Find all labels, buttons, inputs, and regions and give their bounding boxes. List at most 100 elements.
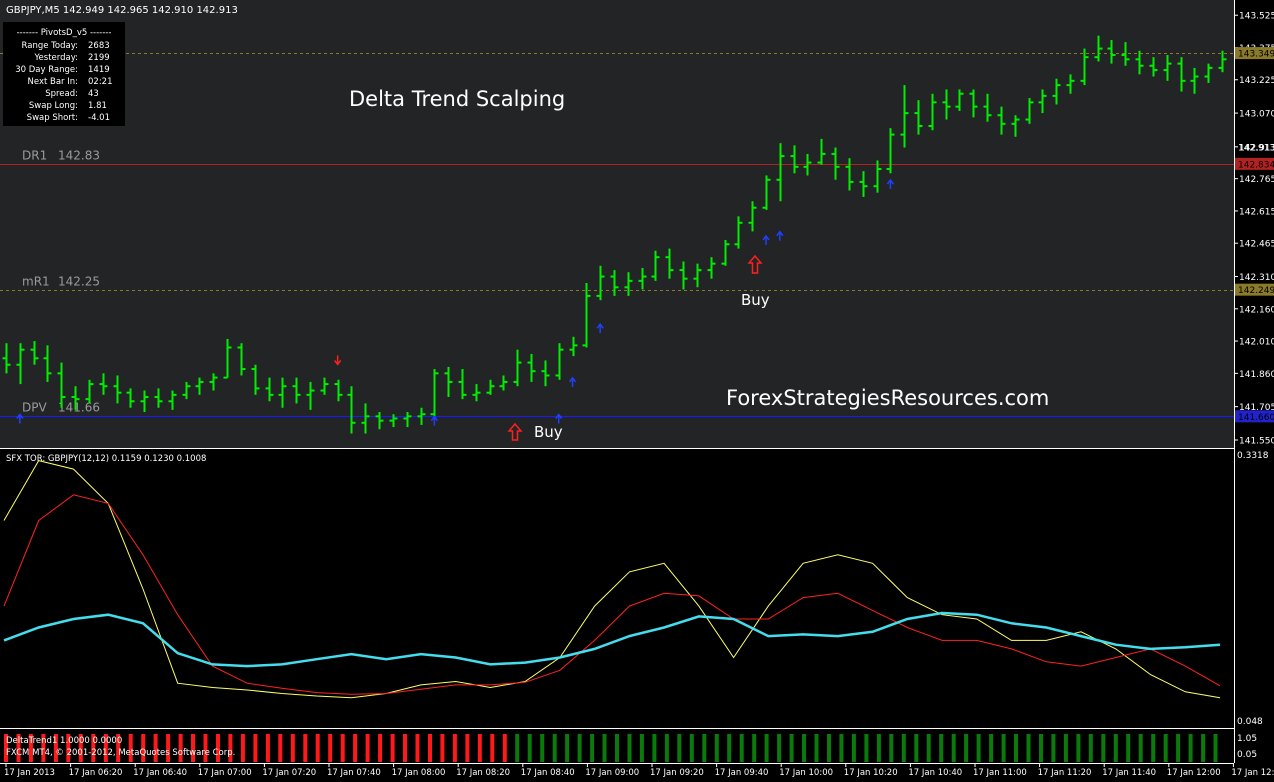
histogram-bar-green xyxy=(702,734,707,762)
histogram-bar-green xyxy=(664,734,669,762)
time-tick-label: 17 Jan 07:20 xyxy=(262,768,316,778)
pivots-row-value: 43 xyxy=(88,89,99,99)
pivots-row-label: Yesterday: xyxy=(33,53,78,63)
price-tag: 142.249 xyxy=(1238,286,1274,296)
histogram-bar-green xyxy=(926,734,931,762)
histogram-bar-red xyxy=(253,734,258,762)
pivots-row-value: 1419 xyxy=(88,65,110,75)
time-tick-label: 17 Jan 08:20 xyxy=(456,768,510,778)
histogram-bar-green xyxy=(602,734,607,762)
time-axis: 17 Jan 2013 17 Jan 06:20 17 Jan 06:40 17 Ja… xyxy=(4,763,1274,778)
histogram-bar-green xyxy=(964,734,969,762)
histogram-bar-green xyxy=(527,734,532,762)
time-tick-label: 17 Jan 12:00 xyxy=(1167,768,1221,778)
histogram-bar-green xyxy=(864,734,869,762)
histogram-bar-green xyxy=(1126,734,1131,762)
histogram-bar-green xyxy=(827,734,831,762)
pivots-row-label: Next Bar In: xyxy=(28,77,79,87)
histogram-bar-red xyxy=(490,734,495,762)
histogram-bar-green xyxy=(1088,734,1093,762)
histogram-bar-red xyxy=(303,734,308,762)
histogram-bar-green xyxy=(677,734,682,762)
histogram-bar-green xyxy=(639,734,644,762)
histogram-bar-green xyxy=(789,734,794,762)
buy-label: Buy xyxy=(741,291,770,309)
time-tick-label: 17 Jan 11:20 xyxy=(1038,768,1092,778)
histogram-bar-red xyxy=(403,734,407,762)
histogram-bar-green xyxy=(739,734,744,762)
histogram-bar-green xyxy=(540,734,545,762)
histogram-bar-green xyxy=(1101,734,1106,762)
level-value: 142.25 xyxy=(58,275,100,289)
histogram-bar-green xyxy=(652,734,657,762)
histogram-bar-green xyxy=(1026,734,1031,762)
buy-label: Buy xyxy=(534,423,563,441)
time-tick-label: 17 Jan 12:20 xyxy=(1231,768,1274,778)
chart-canvas: DR1 142.83 mR1 142.25 DPV 141.66 143.525 143.3… xyxy=(0,0,1274,778)
pivots-row-label: Swap Short: xyxy=(27,113,78,123)
histogram-bar-red xyxy=(390,734,395,762)
buy-signal-1: Buy xyxy=(507,422,563,441)
histogram-bar-red xyxy=(378,734,383,762)
histogram-bar-green xyxy=(851,734,856,762)
price-tick-label: 142.615 xyxy=(1239,207,1274,217)
histogram-bar-red xyxy=(240,734,245,762)
histogram-bar-red xyxy=(452,734,457,762)
copyright-text: FXCM MT4, © 2001-2012, MetaQuotes Softwa… xyxy=(6,748,235,758)
histogram-bar-red xyxy=(278,734,283,762)
price-tick-label: 142.160 xyxy=(1239,305,1274,315)
pivots-row-label: Swap Long: xyxy=(29,101,78,111)
price-tag: 143.349 xyxy=(1238,50,1274,60)
pivots-row-value: 2199 xyxy=(88,53,110,63)
histogram-bar-green xyxy=(976,734,981,762)
level-name: mR1 xyxy=(22,275,50,289)
histogram-bar-green xyxy=(565,734,570,762)
price-tick-label: 143.070 xyxy=(1239,110,1274,120)
histogram-bar-green xyxy=(577,734,582,762)
oscillator-pane xyxy=(0,449,1234,728)
time-tick-label: 17 Jan 07:40 xyxy=(327,768,381,778)
pivots-row-value: 1.81 xyxy=(88,101,107,111)
time-tick-label: 17 Jan 09:40 xyxy=(715,768,769,778)
symbol-header: GBPJPY,M5 142.949 142.965 142.910 142.91… xyxy=(6,5,238,16)
histogram-bar-red xyxy=(502,734,507,762)
tor-axis-min: 0.048 xyxy=(1237,717,1263,727)
pivots-row-label: Range Today: xyxy=(22,41,78,51)
histogram-bar-green xyxy=(1063,734,1068,762)
pivots-row-label: Spread: xyxy=(45,89,78,99)
histogram-bar-green xyxy=(1138,734,1143,762)
price-tick-label: 141.860 xyxy=(1239,370,1274,380)
price-axis xyxy=(1234,0,1274,448)
time-tick-label: 17 Jan 09:00 xyxy=(585,768,639,778)
level-name: DPV xyxy=(22,401,47,415)
histogram-bar-green xyxy=(627,734,632,762)
level-value: 142.83 xyxy=(58,149,100,163)
histogram-bar-green xyxy=(764,734,769,762)
time-tick-label: 17 Jan 10:40 xyxy=(908,768,962,778)
price-tag: 142.834 xyxy=(1238,160,1274,170)
histogram-bar-green xyxy=(689,734,694,762)
price-tick-label: 141.550 xyxy=(1239,437,1274,447)
pivots-row-value: 02:21 xyxy=(88,77,113,87)
price-tag: 141.660 xyxy=(1238,413,1274,423)
histogram-bar-green xyxy=(839,734,844,762)
time-tick-label: 17 Jan 08:40 xyxy=(521,768,575,778)
price-tick-label: 142.310 xyxy=(1239,273,1274,283)
histogram-bar-red xyxy=(353,734,358,762)
price-tag: 142.913 xyxy=(1238,143,1274,153)
histogram-bar-red xyxy=(415,734,420,762)
watermark-text: ForexStrategiesResources.com xyxy=(726,386,1049,410)
time-tick-label: 17 Jan 10:20 xyxy=(844,768,898,778)
histogram-bar-green xyxy=(1076,734,1081,762)
histogram-bar-red xyxy=(340,734,345,762)
histogram-bar-green xyxy=(889,734,894,762)
histogram-bar-red xyxy=(315,734,320,762)
time-tick-label: 17 Jan 09:20 xyxy=(650,768,704,778)
histogram-bar-green xyxy=(515,734,520,762)
histogram-bar-green xyxy=(939,734,944,762)
histogram-bar-green xyxy=(901,734,906,762)
histogram-bar-green xyxy=(1188,734,1193,762)
histogram-bar-red xyxy=(465,734,470,762)
chart-title: Delta Trend Scalping xyxy=(349,87,565,111)
histogram-bar-red xyxy=(265,734,270,762)
